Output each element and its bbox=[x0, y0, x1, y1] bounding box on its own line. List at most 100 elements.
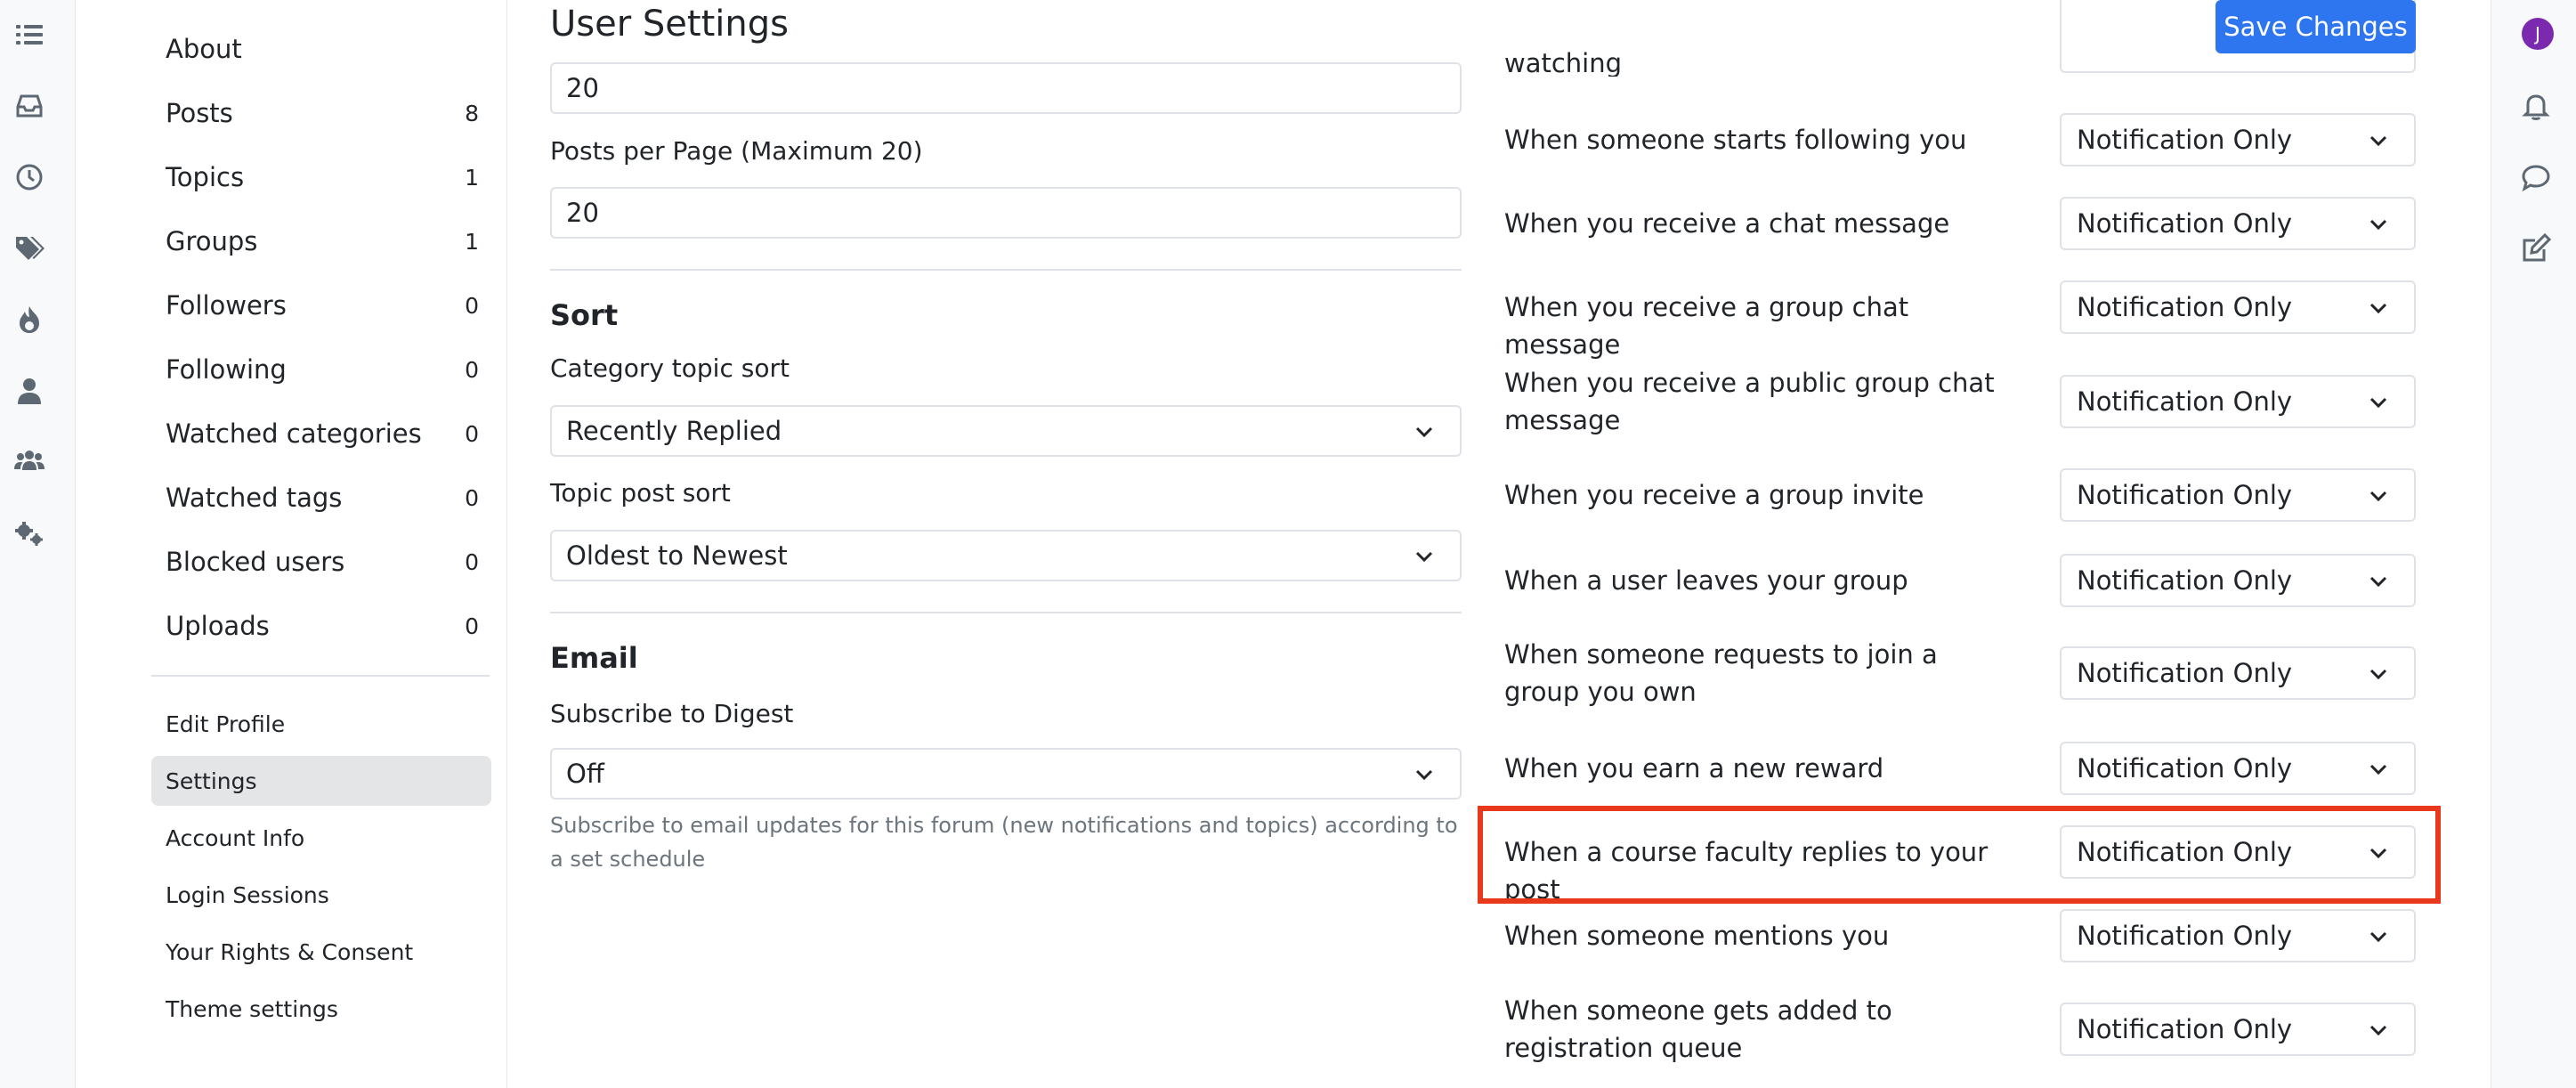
sidebar-item-label: Groups bbox=[166, 226, 258, 256]
section-divider bbox=[550, 269, 1462, 271]
chevron-down-icon bbox=[2369, 219, 2387, 231]
chevron-down-icon bbox=[2369, 669, 2387, 680]
tags-icon[interactable] bbox=[12, 231, 46, 265]
notification-select-value: Notification Only bbox=[2077, 1014, 2293, 1044]
topic-post-sort-value: Oldest to Newest bbox=[566, 540, 788, 571]
notification-select[interactable]: Notification Only bbox=[2060, 646, 2416, 700]
sidebar-item-count: 0 bbox=[465, 292, 479, 319]
sidebar-link-settings[interactable]: Settings bbox=[151, 756, 491, 806]
category-topic-sort-value: Recently Replied bbox=[566, 416, 782, 446]
category-topic-sort-select[interactable]: Recently Replied bbox=[550, 405, 1462, 457]
notification-label: When someone starts following you bbox=[1504, 125, 1967, 155]
chevron-down-icon bbox=[2369, 576, 2387, 588]
sidebar-divider bbox=[151, 675, 490, 677]
chevron-down-icon bbox=[1415, 551, 1433, 563]
posts-per-page-input[interactable]: 20 bbox=[550, 187, 1462, 239]
notification-select-value: Notification Only bbox=[2077, 658, 2293, 688]
sidebar-item-count: 8 bbox=[465, 100, 479, 126]
topic-post-sort-select[interactable]: Oldest to Newest bbox=[550, 530, 1462, 581]
sidebar-item-label: Followers bbox=[166, 290, 287, 321]
sidebar-item-topics[interactable]: Topics 1 bbox=[166, 158, 479, 197]
chevron-down-icon bbox=[2369, 764, 2387, 775]
sidebar-item-groups[interactable]: Groups 1 bbox=[166, 222, 479, 261]
email-section-title: Email bbox=[550, 641, 638, 675]
partial-row-label-clip: watching bbox=[1504, 0, 2003, 77]
sidebar-item-count: 0 bbox=[465, 356, 479, 383]
notification-label: When you receive a group invite bbox=[1504, 480, 1924, 510]
notification-select[interactable]: Notification Only bbox=[2060, 197, 2416, 250]
notification-label: When you receive a group chat message bbox=[1504, 292, 1909, 360]
sidebar-item-label: Watched categories bbox=[166, 418, 422, 449]
notification-label: When someone gets added to registration … bbox=[1504, 995, 1892, 1063]
notification-select[interactable]: Notification Only bbox=[2060, 742, 2416, 795]
sidebar-item-label: Posts bbox=[166, 98, 233, 128]
sidebar-item-posts[interactable]: Posts 8 bbox=[166, 93, 479, 133]
posts-per-page-label: Posts per Page (Maximum 20) bbox=[550, 136, 923, 166]
sidebar-item-count: 0 bbox=[465, 613, 479, 639]
chevron-down-icon bbox=[2369, 397, 2387, 409]
gears-icon[interactable] bbox=[12, 516, 46, 550]
list-icon[interactable] bbox=[12, 18, 46, 52]
sidebar-item-count: 0 bbox=[465, 484, 479, 511]
topics-per-page-input[interactable]: 20 bbox=[550, 62, 1462, 114]
sidebar-item-blocked-users[interactable]: Blocked users 0 bbox=[166, 542, 479, 581]
sidebar-link-theme-settings[interactable]: Theme settings bbox=[151, 984, 491, 1034]
chevron-down-icon bbox=[2369, 491, 2387, 502]
subscribe-digest-help: Subscribe to email updates for this foru… bbox=[550, 813, 1458, 872]
save-changes-button[interactable]: Save Changes bbox=[2216, 0, 2416, 53]
notification-label: When a user leaves your group bbox=[1504, 565, 1908, 596]
sidebar-item-uploads[interactable]: Uploads 0 bbox=[166, 606, 479, 645]
inbox-icon[interactable] bbox=[12, 89, 46, 123]
notification-select[interactable]: Notification Only bbox=[2060, 375, 2416, 428]
sidebar-link-login-sessions[interactable]: Login Sessions bbox=[151, 870, 491, 920]
sidebar-item-watched-tags[interactable]: Watched tags 0 bbox=[166, 478, 479, 517]
clock-icon[interactable] bbox=[12, 160, 46, 194]
notification-label: When you receive a public group chat mes… bbox=[1504, 368, 1995, 435]
sidebar-item-following[interactable]: Following 0 bbox=[166, 350, 479, 389]
sidebar-item-watched-categories[interactable]: Watched categories 0 bbox=[166, 414, 479, 453]
page-title: User Settings bbox=[550, 4, 789, 45]
sidebar-item-count: 0 bbox=[465, 548, 479, 575]
subscribe-digest-select[interactable]: Off bbox=[550, 748, 1462, 800]
notification-select[interactable]: Notification Only bbox=[2060, 280, 2416, 334]
sidebar-item-followers[interactable]: Followers 0 bbox=[166, 286, 479, 325]
sidebar-link-edit-profile[interactable]: Edit Profile bbox=[151, 699, 491, 749]
avatar[interactable]: J bbox=[2522, 18, 2554, 50]
notification-select[interactable]: Notification Only bbox=[2060, 1003, 2416, 1056]
notification-label: When you earn a new reward bbox=[1504, 753, 1884, 784]
users-icon[interactable] bbox=[12, 443, 46, 477]
subscribe-digest-value: Off bbox=[566, 759, 604, 789]
notification-select-value: Notification Only bbox=[2077, 480, 2293, 510]
chevron-down-icon bbox=[1415, 426, 1433, 438]
notification-select[interactable]: Notification Only bbox=[2060, 554, 2416, 607]
notification-select-value: Notification Only bbox=[2077, 208, 2293, 239]
section-divider bbox=[550, 612, 1462, 613]
subscribe-digest-label: Subscribe to Digest bbox=[550, 699, 794, 728]
sidebar-item-label: Blocked users bbox=[166, 547, 345, 577]
chevron-down-icon bbox=[2369, 135, 2387, 147]
chevron-down-icon bbox=[2369, 303, 2387, 314]
sidebar-item-count: 1 bbox=[465, 228, 479, 255]
notification-select[interactable]: Notification Only bbox=[2060, 468, 2416, 522]
notification-select[interactable]: Notification Only bbox=[2060, 113, 2416, 166]
compose-icon[interactable] bbox=[2519, 231, 2553, 265]
sidebar-link-your-rights-consent[interactable]: Your Rights & Consent bbox=[151, 927, 491, 977]
sidebar-item-about[interactable]: About bbox=[166, 29, 479, 69]
left-nav-rail bbox=[0, 0, 76, 1088]
notification-select[interactable]: Notification Only bbox=[2060, 909, 2416, 962]
user-icon[interactable] bbox=[12, 374, 46, 408]
sidebar-link-account-info[interactable]: Account Info bbox=[151, 813, 491, 863]
notification-label: When you receive a chat message bbox=[1504, 208, 1950, 239]
chevron-down-icon bbox=[1415, 769, 1433, 781]
bell-icon[interactable] bbox=[2519, 89, 2553, 123]
sidebar-item-count: 1 bbox=[465, 164, 479, 191]
notification-label: When someone mentions you bbox=[1504, 921, 1890, 951]
fire-icon[interactable] bbox=[12, 303, 46, 337]
notification-select-value: Notification Only bbox=[2077, 125, 2293, 155]
notification-select-value: Notification Only bbox=[2077, 753, 2293, 784]
notification-select-value: Notification Only bbox=[2077, 292, 2293, 322]
highlight-box bbox=[1478, 806, 2441, 904]
chat-icon[interactable] bbox=[2519, 160, 2553, 194]
sidebar-item-label: Watched tags bbox=[166, 483, 343, 513]
notification-select-value: Notification Only bbox=[2077, 921, 2293, 951]
